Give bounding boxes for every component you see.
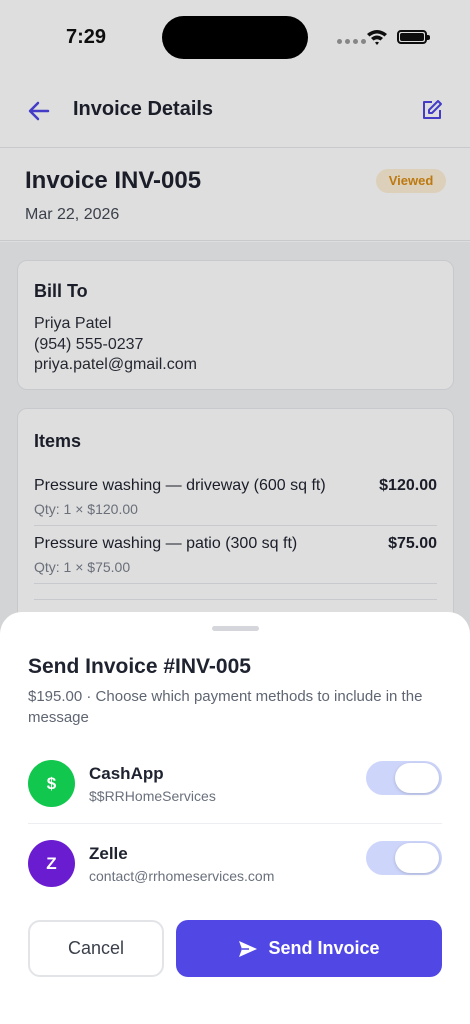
zelle-icon: Z	[28, 840, 75, 887]
zelle-toggle[interactable]	[366, 841, 442, 875]
payment-method-name: Zelle	[89, 844, 128, 863]
toggle-knob	[395, 843, 439, 873]
cashapp-icon: $	[28, 760, 75, 807]
payment-method-handle: contact@rrhomeservices.com	[89, 868, 275, 884]
send-icon	[239, 940, 258, 957]
cashapp-toggle[interactable]	[366, 761, 442, 795]
sheet-subtitle: $195.00 · Choose which payment methods t…	[28, 688, 423, 726]
send-invoice-button[interactable]: Send Invoice	[176, 920, 442, 977]
payment-method-zelle: Z Zelle contact@rrhomeservices.com	[28, 830, 442, 900]
toggle-knob	[395, 763, 439, 793]
divider	[28, 823, 442, 824]
cancel-button[interactable]: Cancel	[28, 920, 164, 977]
payment-method-handle: $$RRHomeServices	[89, 788, 216, 804]
payment-method-name: CashApp	[89, 764, 164, 783]
send-invoice-label: Send Invoice	[268, 938, 380, 958]
sheet-grabber[interactable]	[212, 626, 259, 631]
payment-method-cashapp: $ CashApp $$RRHomeServices	[28, 750, 442, 820]
send-invoice-sheet: Send Invoice #INV-005 $195.00 · Choose w…	[0, 612, 470, 1024]
sheet-title: Send Invoice #INV-005	[28, 655, 251, 678]
